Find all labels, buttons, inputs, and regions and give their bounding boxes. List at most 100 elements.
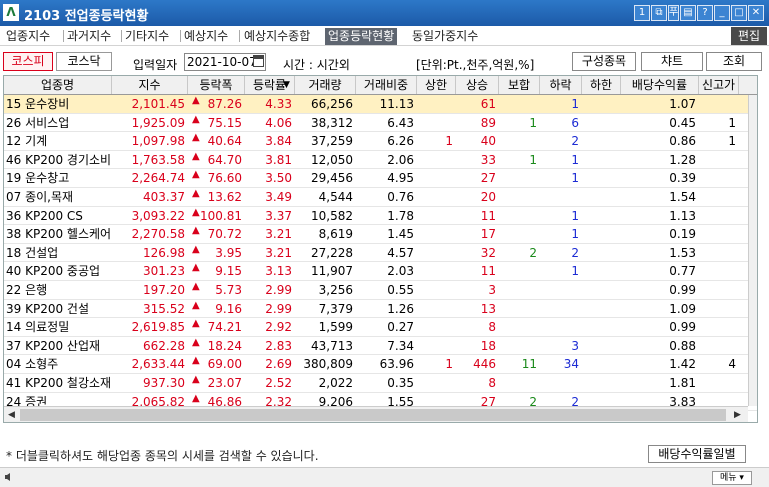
help-icon[interactable]: ? xyxy=(697,5,713,21)
table-row[interactable]: 07 종이,목재 403.37 13.62 ▲ 3.49 4,544 0.76 20 1.54 xyxy=(4,188,757,207)
menu-button[interactable]: 메뉴 ▾ xyxy=(712,471,752,485)
cell-flat xyxy=(499,300,540,318)
cell-share: 2.06 xyxy=(387,152,414,167)
window-number-icon[interactable]: 1 xyxy=(634,5,650,21)
cell-lower xyxy=(582,169,621,187)
speaker-icon[interactable] xyxy=(4,472,14,482)
cell-name: 19 운수창고 xyxy=(6,171,70,186)
column-header-upper[interactable]: 상한 xyxy=(417,76,456,94)
cell-high xyxy=(699,262,739,280)
up-arrow-icon: ▲ xyxy=(192,281,200,292)
table-row[interactable]: 26 서비스업 1,925.09 75.15 ▲ 4.06 38,312 6.43 89 1 6 0… xyxy=(4,114,757,133)
cell-down xyxy=(540,281,582,299)
cell-upper xyxy=(417,337,456,355)
chart-button[interactable]: 챠트 xyxy=(641,52,703,71)
link-icon[interactable]: ⧉ xyxy=(651,5,667,21)
table-row[interactable]: 12 기계 1,097.98 40.64 ▲ 3.84 37,259 6.26 1 40 2 0.8… xyxy=(4,132,757,151)
column-header-down[interactable]: 하락 xyxy=(540,76,582,94)
cell-name: 12 기계 xyxy=(6,134,48,149)
close-icon[interactable]: ✕ xyxy=(748,5,764,21)
table-row[interactable]: 14 의료정밀 2,619.85 74.21 ▲ 2.92 1,599 0.27 8 0.99 xyxy=(4,318,757,337)
up-arrow-icon: ▲ xyxy=(192,243,200,255)
cell-upper xyxy=(417,374,456,392)
cell-vol: 3,256 xyxy=(318,283,353,297)
cell-div: 1.53 xyxy=(669,245,696,260)
table-row[interactable]: 41 KP200 철강소재 937.30 23.07 ▲ 2.52 2,022 0.35 8 1… xyxy=(4,374,757,393)
table-row[interactable]: 19 운수창고 2,264.74 76.60 ▲ 3.50 29,456 4.95 27 1 0.… xyxy=(4,169,757,188)
column-header-vol[interactable]: 거래량 xyxy=(295,76,356,94)
table-row[interactable]: 38 KP200 헬스케어 2,270.58 70.72 ▲ 3.21 8,619 1.45… xyxy=(4,225,757,244)
tab-sector-index[interactable]: 업종지수 xyxy=(6,28,50,45)
sector-stocks-button[interactable]: 구성종목 xyxy=(572,52,636,71)
tab-past-index[interactable]: 과거지수 xyxy=(67,28,111,45)
column-header-name[interactable]: 업종명 xyxy=(4,76,112,94)
tab-separator xyxy=(239,30,240,42)
cell-rate: 4.06 xyxy=(265,115,292,130)
cell-name: 46 KP200 경기소비 xyxy=(6,152,112,167)
minimize-icon[interactable]: _ xyxy=(714,5,730,21)
column-header-chg[interactable]: 등락폭 xyxy=(188,76,245,94)
tab-other-index[interactable]: 기타지수 xyxy=(125,28,169,45)
cell-lower xyxy=(582,244,621,262)
cell-name: 22 은행 xyxy=(6,283,48,297)
cell-vol: 29,456 xyxy=(311,171,353,186)
title-bar[interactable]: Λ 2103 전업종등락현황 1 ⧉ 푸 ▤ ? _ □ ✕ xyxy=(0,0,769,26)
table-row[interactable]: 46 KP200 경기소비 1,763.58 64.70 ▲ 3.81 12,050 2.0… xyxy=(4,151,757,170)
cell-div: 1.54 xyxy=(669,190,696,204)
tab-expected-index[interactable]: 예상지수 xyxy=(184,28,228,45)
tab-equal-weight-index[interactable]: 동일가중지수 xyxy=(412,28,478,45)
cell-share: 6.43 xyxy=(387,115,414,130)
column-header-high[interactable]: 신고가 xyxy=(699,76,739,94)
column-header-div[interactable]: 배당수익률 xyxy=(621,76,699,94)
cell-high xyxy=(699,169,739,187)
tab-sector-advance-decline[interactable]: 업종등락현황 xyxy=(325,28,398,45)
calendar-icon[interactable] xyxy=(253,55,264,67)
tab-separator xyxy=(63,30,64,42)
cell-div: 0.86 xyxy=(669,134,696,149)
up-arrow-icon: ▲ xyxy=(192,206,200,218)
table-row[interactable]: 22 은행 197.20 5.73 ▲ 2.99 3,256 0.55 3 0.99 xyxy=(4,281,757,300)
tab-expected-index-summary[interactable]: 예상지수종합 xyxy=(244,28,310,45)
table-row[interactable]: 15 운수장비 2,101.45 87.26 ▲ 4.33 66,256 11.13 61 1 1… xyxy=(4,95,757,114)
edit-button[interactable]: 편집 xyxy=(731,27,767,45)
up-arrow-icon: ▲ xyxy=(192,392,200,404)
table-row[interactable]: 40 KP200 중공업 301.23 9.15 ▲ 3.13 11,907 2.03 11 1… xyxy=(4,262,757,281)
table-row[interactable]: 18 건설업 126.98 3.95 ▲ 3.21 27,228 4.57 32 2 2 1.53 xyxy=(4,243,757,263)
kosdaq-button[interactable]: 코스닥 xyxy=(56,52,112,71)
cell-lower xyxy=(582,374,621,392)
column-header-share[interactable]: 거래비중 xyxy=(356,76,417,94)
tab-separator xyxy=(180,30,181,42)
column-header-lower[interactable]: 하한 xyxy=(582,76,621,94)
cell-up: 61 xyxy=(480,97,496,111)
cell-share: 1.45 xyxy=(387,227,414,242)
pin-icon[interactable]: 푸 xyxy=(668,5,679,21)
horizontal-scrollbar[interactable]: ◀ ▶ xyxy=(4,406,748,422)
table-row[interactable]: 36 KP200 CS 3,093.22 100.81 ▲ 3.37 10,582 1.78… xyxy=(4,206,757,226)
column-header-up[interactable]: 상승 xyxy=(456,76,499,94)
scroll-left-icon[interactable]: ◀ xyxy=(8,410,15,420)
table-row[interactable]: 37 KP200 산업재 662.28 18.24 ▲ 2.83 43,713 7.34 18… xyxy=(4,337,757,356)
dividend-daily-button[interactable]: 배당수익률일별 xyxy=(648,445,746,463)
scroll-right-icon[interactable]: ▶ xyxy=(734,410,741,420)
cell-upper xyxy=(417,225,456,243)
vertical-scrollbar[interactable] xyxy=(748,95,757,406)
cell-name: 39 KP200 건설 xyxy=(6,301,89,316)
cell-index: 197.20 xyxy=(143,283,185,297)
sector-grid[interactable]: 업종명 지수 등락폭 등락률 ▼ 거래량 거래비중 상한 상승 보합 하락 하한 배당수익률 신고가 15… xyxy=(3,75,758,423)
table-row[interactable]: 39 KP200 건설 315.52 9.16 ▲ 2.99 7,379 1.26 13 1.0… xyxy=(4,300,757,319)
sort-down-icon[interactable]: ▼ xyxy=(283,80,290,90)
settings-icon[interactable]: ▤ xyxy=(680,5,696,21)
maximize-icon[interactable]: □ xyxy=(731,5,747,21)
column-header-index[interactable]: 지수 xyxy=(112,76,188,94)
cell-rate: 4.33 xyxy=(265,97,292,111)
table-row[interactable]: 04 소형주 2,633.44 69.00 ▲ 2.69 380,809 63.96 1 446… xyxy=(4,355,757,374)
scroll-thumb[interactable] xyxy=(20,409,726,421)
cell-div: 1.07 xyxy=(669,97,696,111)
cell-index: 1,097.98 xyxy=(131,134,185,149)
cell-flat xyxy=(499,132,540,150)
column-header-flat[interactable]: 보합 xyxy=(499,76,540,94)
cell-index: 126.98 xyxy=(143,245,185,260)
cell-vol: 37,259 xyxy=(311,134,353,149)
search-button[interactable]: 조회 xyxy=(706,52,762,71)
kospi-button[interactable]: 코스피 xyxy=(3,52,53,71)
